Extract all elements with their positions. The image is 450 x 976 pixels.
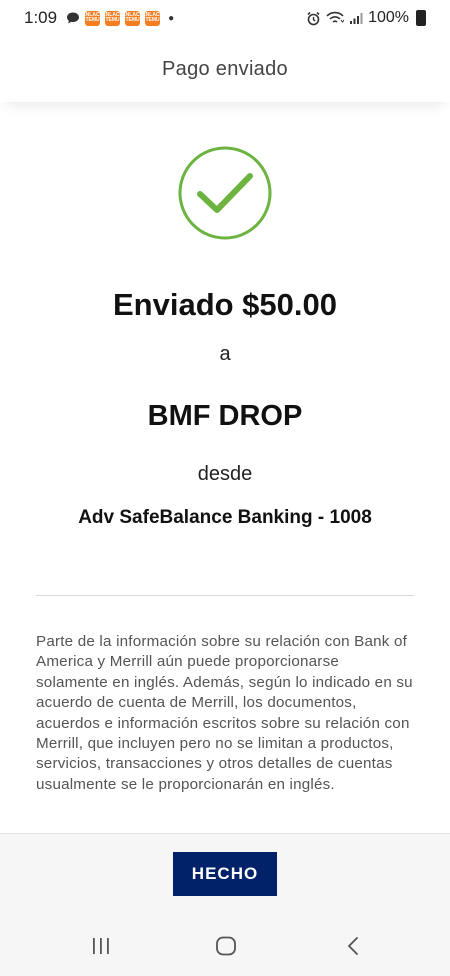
source-account: Adv SafeBalance Banking - 1008 (78, 507, 372, 528)
status-right: 100% (306, 9, 426, 27)
to-label: a (219, 343, 231, 365)
status-time: 1:09 (24, 8, 58, 27)
temu-notification-icon: ENLACE TEMU (102, 10, 123, 26)
page-title: Pago enviado (162, 57, 288, 80)
app-header: Pago enviado (0, 36, 450, 102)
done-button[interactable]: HECHO (173, 852, 277, 896)
temu-notification-icon: ENLACE TEMU (142, 10, 163, 26)
back-button[interactable] (339, 934, 367, 958)
from-label: desde (197, 463, 253, 485)
status-left: 1:09 ENLACE TEMU ENLACE TEMU ENLACE TEMU… (24, 8, 174, 28)
wifi-icon (326, 11, 345, 23)
more-notifications-dot-icon: ● (168, 12, 175, 24)
home-icon (216, 936, 236, 956)
alarm-icon (307, 11, 320, 25)
battery-icon (416, 10, 426, 26)
language-disclaimer: Parte de la información sobre su relació… (36, 633, 413, 793)
temu-notification-icon: ENLACE TEMU (122, 10, 143, 26)
checkmark-circle-icon (178, 146, 272, 240)
recent-apps-icon (93, 938, 109, 954)
divider (36, 595, 414, 596)
status-bar: 1:09 ENLACE TEMU ENLACE TEMU ENLACE TEMU… (0, 0, 450, 36)
back-icon (347, 937, 358, 955)
home-button[interactable] (212, 934, 240, 958)
signal-icon (350, 13, 363, 24)
chat-bubble-icon (67, 12, 80, 24)
recipient-name: BMF DROP (147, 400, 303, 432)
recent-apps-button[interactable] (87, 934, 115, 958)
temu-notification-icon: ENLACE TEMU (82, 10, 103, 26)
system-nav-bar (0, 916, 450, 976)
battery-level: 100% (368, 9, 409, 26)
sent-amount: Enviado $50.00 (112, 287, 337, 322)
